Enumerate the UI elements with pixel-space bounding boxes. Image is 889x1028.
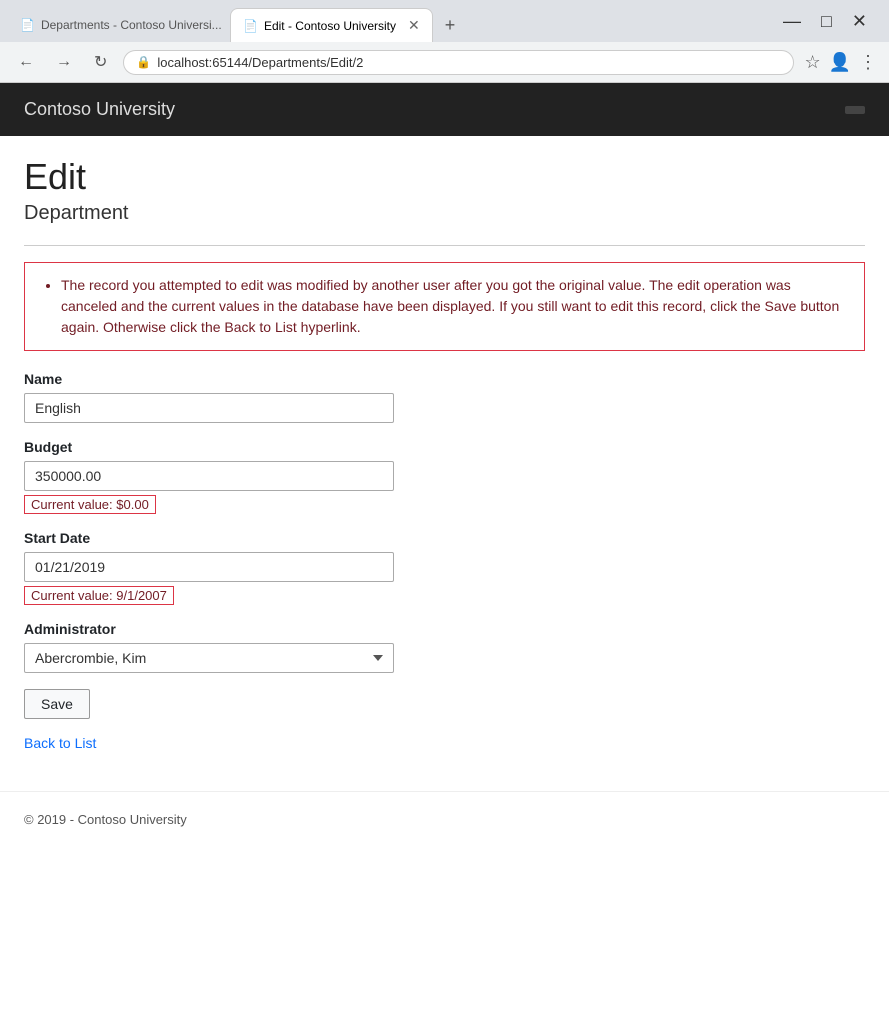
startdate-input[interactable] (24, 552, 394, 582)
profile-icon[interactable]: 👤 (829, 52, 851, 73)
new-tab-button[interactable]: + (435, 9, 466, 42)
name-input[interactable] (24, 393, 394, 423)
startdate-current-value: Current value: 9/1/2007 (24, 586, 174, 605)
tab-departments[interactable]: 📄 Departments - Contoso Universi... ✕ (8, 9, 228, 42)
address-actions: ☆ 👤 ⋮ (804, 52, 877, 73)
startdate-group: Start Date Current value: 9/1/2007 (24, 530, 865, 605)
page-title: Edit (24, 156, 865, 198)
administrator-group: Administrator Abercrombie, KimFakhouri, … (24, 621, 865, 673)
address-text: localhost:65144/Departments/Edit/2 (157, 55, 363, 70)
tab-edit[interactable]: 📄 Edit - Contoso University ✕ (230, 8, 433, 42)
administrator-label: Administrator (24, 621, 865, 637)
reload-button[interactable]: ↻ (88, 48, 113, 76)
minimize-button[interactable]: — (777, 9, 807, 34)
error-message: The record you attempted to edit was mod… (61, 275, 848, 338)
divider (24, 245, 865, 246)
name-label: Name (24, 371, 865, 387)
budget-label: Budget (24, 439, 865, 455)
tab-departments-label: Departments - Contoso Universi... (41, 18, 222, 32)
back-nav-button[interactable]: ← (12, 49, 40, 75)
tab-edit-icon: 📄 (243, 19, 258, 33)
bookmark-icon[interactable]: ☆ (804, 52, 820, 73)
maximize-button[interactable]: □ (815, 9, 838, 34)
header-button[interactable] (845, 106, 865, 114)
save-button[interactable]: Save (24, 689, 90, 719)
budget-current-value: Current value: $0.00 (24, 495, 156, 514)
browser-chrome: 📄 Departments - Contoso Universi... ✕ 📄 … (0, 0, 889, 83)
error-box: The record you attempted to edit was mod… (24, 262, 865, 351)
tab-edit-close[interactable]: ✕ (408, 17, 420, 34)
tab-departments-icon: 📄 (20, 18, 35, 32)
tab-bar: 📄 Departments - Contoso Universi... ✕ 📄 … (0, 0, 889, 42)
page-subtitle: Department (24, 202, 865, 225)
form-actions: Save (24, 689, 865, 719)
name-group: Name (24, 371, 865, 423)
main-content: Edit Department The record you attempted… (0, 136, 889, 791)
address-bar: ← → ↻ 🔒 localhost:65144/Departments/Edit… (0, 42, 889, 82)
menu-icon[interactable]: ⋮ (859, 52, 877, 73)
budget-input[interactable] (24, 461, 394, 491)
forward-nav-button[interactable]: → (50, 49, 78, 75)
window-controls: — □ ✕ (777, 9, 881, 42)
app-title: Contoso University (24, 99, 175, 120)
address-field[interactable]: 🔒 localhost:65144/Departments/Edit/2 (123, 50, 794, 75)
back-to-list-link[interactable]: Back to List (24, 735, 96, 751)
startdate-label: Start Date (24, 530, 865, 546)
app-header: Contoso University (0, 83, 889, 136)
edit-form: Name Budget Current value: $0.00 Start D… (24, 371, 865, 719)
tab-edit-label: Edit - Contoso University (264, 19, 396, 33)
footer: © 2019 - Contoso University (0, 791, 889, 847)
close-button[interactable]: ✕ (846, 9, 873, 34)
error-list: The record you attempted to edit was mod… (41, 275, 848, 338)
budget-group: Budget Current value: $0.00 (24, 439, 865, 514)
footer-text: © 2019 - Contoso University (24, 812, 187, 827)
administrator-select[interactable]: Abercrombie, KimFakhouri, FadiHarui, Rog… (24, 643, 394, 673)
secure-icon: 🔒 (136, 55, 151, 69)
